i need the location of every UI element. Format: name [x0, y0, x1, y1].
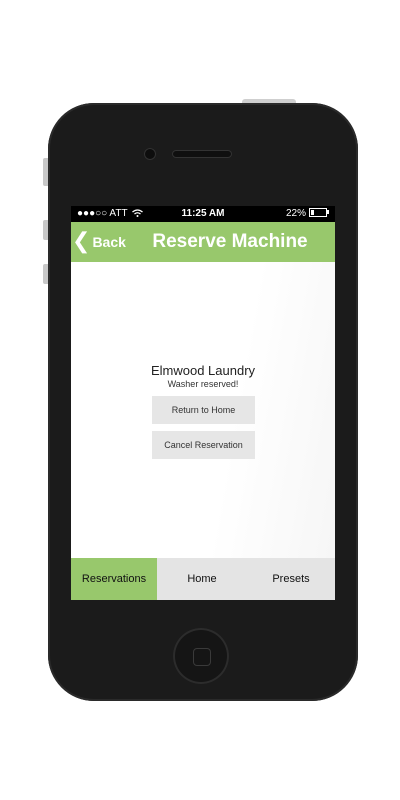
battery-percent: 22%	[285, 208, 306, 219]
back-button[interactable]: ❮ Back	[71, 222, 126, 262]
tab-presets[interactable]: Presets	[247, 558, 335, 600]
chevron-left-icon: ❮	[72, 229, 91, 254]
tab-bar: Reservations Home Presets	[71, 558, 335, 600]
tab-reservations[interactable]: Reservations	[71, 558, 157, 600]
page-title: Reserve Machine	[152, 231, 308, 252]
battery-fill	[311, 209, 314, 215]
mockup-stage: ●●●○○ ATT 11:25 AM 22% ❮ Back Reserve Mac…	[0, 0, 400, 800]
battery-tip	[327, 210, 329, 215]
cancel-reservation-button[interactable]: Cancel Reservation	[152, 431, 255, 459]
reservation-message: Washer reserved!	[167, 379, 239, 389]
back-label: Back	[92, 234, 126, 250]
battery-icon	[309, 207, 327, 217]
tab-home[interactable]: Home	[157, 558, 247, 600]
laundry-name: Elmwood Laundry	[150, 363, 256, 378]
main-content: Elmwood Laundry Washer reserved! Return …	[71, 262, 335, 558]
home-button-square-icon	[193, 648, 211, 666]
phone-screen: ●●●○○ ATT 11:25 AM 22% ❮ Back Reserve Mac…	[71, 206, 335, 600]
status-bar: ●●●○○ ATT 11:25 AM 22%	[71, 206, 335, 222]
nav-bar: ❮ Back Reserve Machine	[71, 222, 335, 262]
battery-status: 22%	[286, 206, 329, 222]
return-to-home-button[interactable]: Return to Home	[152, 396, 255, 424]
earpiece-speaker	[172, 150, 232, 158]
front-camera	[144, 148, 156, 160]
